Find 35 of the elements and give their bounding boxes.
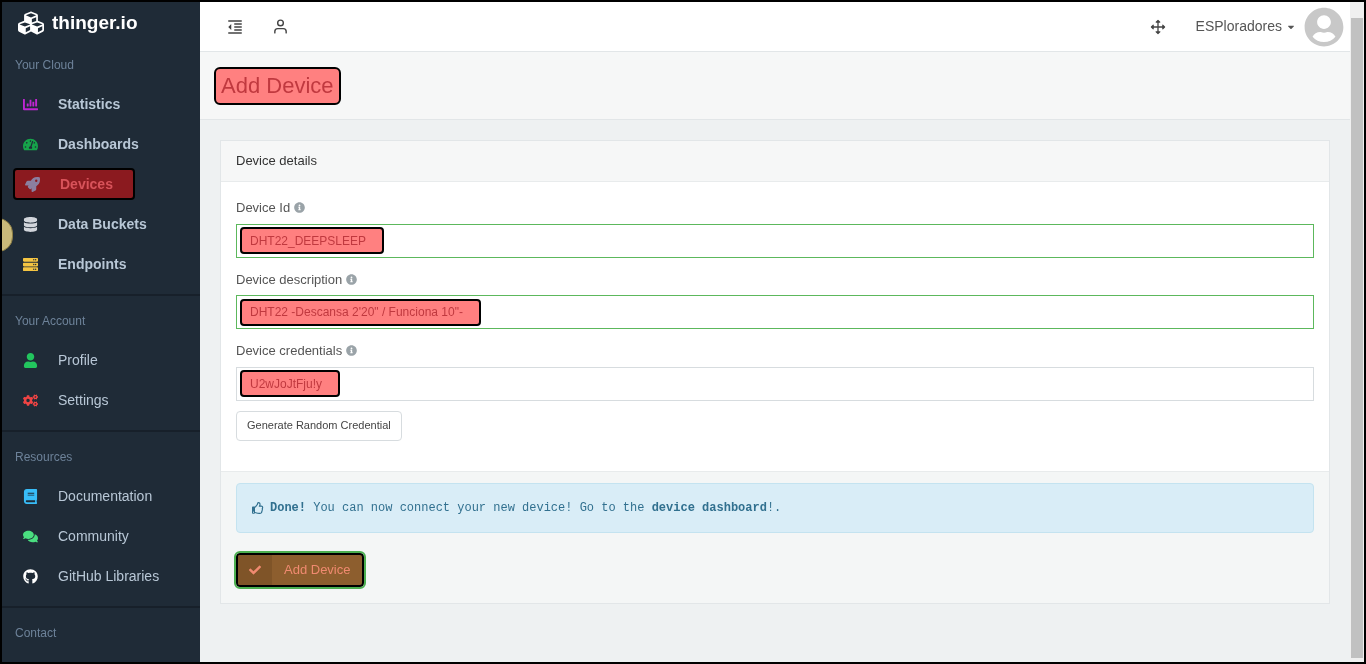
check-icon	[249, 563, 261, 576]
brand-name: thinger.io	[52, 10, 138, 35]
sidebar-item[interactable]: Community	[13, 520, 189, 552]
sidebar-item[interactable]: Documentation	[13, 480, 189, 512]
sidebar-item[interactable]: Dashboards	[13, 128, 189, 160]
sidebar-item[interactable]: Settings	[13, 384, 189, 416]
field-label: Device description	[236, 270, 343, 289]
avatar[interactable]	[1304, 6, 1344, 47]
sidebar-item[interactable]: Profile	[13, 344, 189, 376]
sidebar-item[interactable]: Statistics	[13, 88, 189, 120]
user-outline-icon[interactable]	[272, 18, 289, 35]
field-value: DHT22 -Descansa 2'20" / Funciona 10"-	[240, 298, 481, 326]
thumbs-up-icon	[252, 501, 264, 514]
info-icon[interactable]	[294, 202, 306, 214]
sidebar-item[interactable]: Endpoints	[13, 248, 189, 280]
section-heading: Resources	[14, 449, 74, 466]
section-heading: Your Account	[14, 313, 87, 330]
alert-message: Done! You can now connect your new device! Go to the device dashboard!.	[270, 499, 782, 517]
info-icon[interactable]	[346, 345, 358, 357]
generate-credential-button[interactable]: Generate Random Credential	[236, 410, 402, 441]
card-title: Device details	[221, 141, 1329, 182]
field-value: DHT22_DEEPSLEEP	[240, 227, 385, 254]
page-title: Add Device	[214, 66, 341, 105]
cubes-logo-icon	[18, 10, 44, 36]
menu-toggle-icon[interactable]	[226, 17, 244, 36]
section-heading: Your Cloud	[14, 57, 75, 74]
sidebar-item[interactable]: GitHub Libraries	[13, 560, 189, 592]
field-label: Device Id	[236, 199, 291, 217]
info-icon[interactable]	[346, 273, 358, 285]
expand-icon[interactable]	[1149, 18, 1167, 35]
field-value: U2wJoJtFju!y	[240, 370, 341, 397]
section-heading: Contact	[14, 625, 58, 642]
field-label: Device credentials	[236, 342, 343, 360]
user-menu[interactable]: ESPloradores	[1195, 16, 1296, 37]
sidebar-item[interactable]: Data Buckets	[13, 208, 189, 240]
